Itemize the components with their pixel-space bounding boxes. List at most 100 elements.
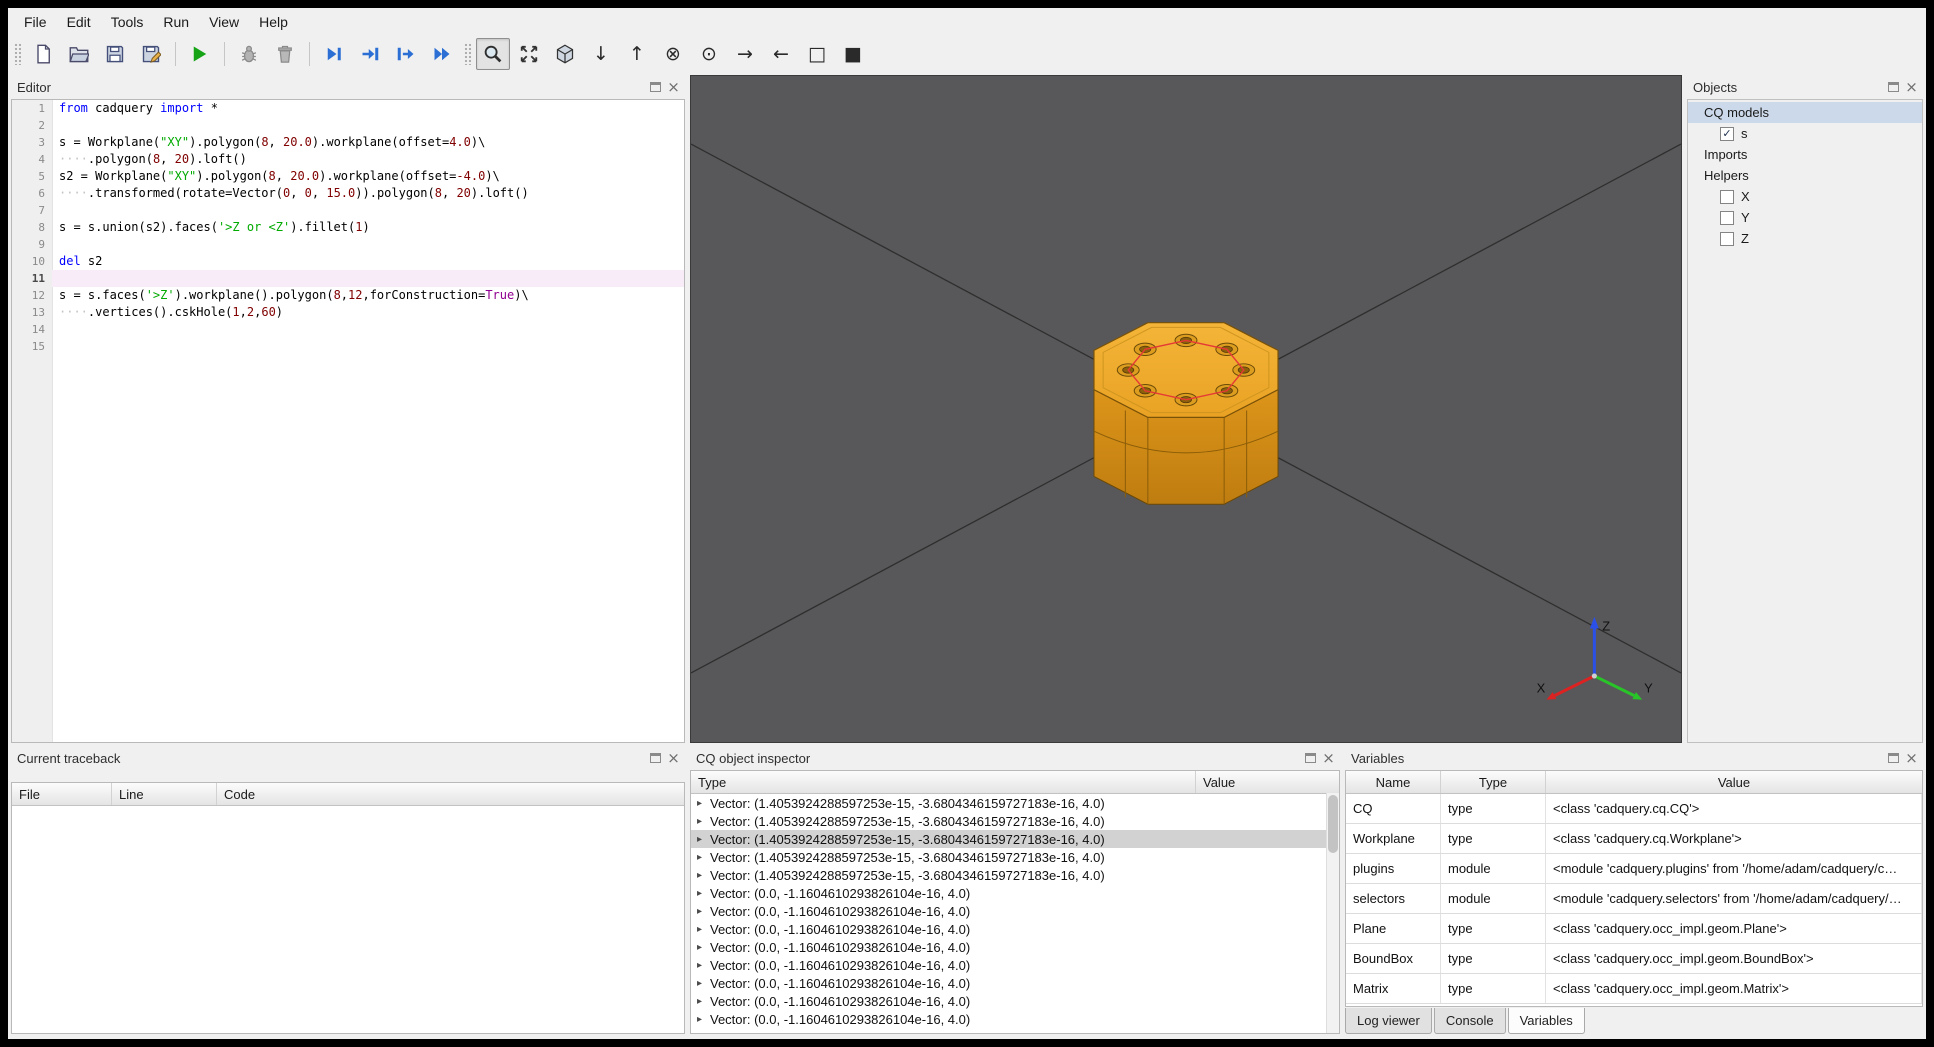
tree-group-cq-models[interactable]: CQ models	[1688, 102, 1922, 123]
tree-group-helpers[interactable]: Helpers	[1688, 165, 1922, 186]
variable-row[interactable]: BoundBox type <class 'cadquery.occ_impl.ge…	[1346, 944, 1922, 974]
variable-row[interactable]: CQ type <class 'cadquery.cq.CQ'>	[1346, 794, 1922, 824]
code-line[interactable]: 15	[12, 338, 684, 355]
tree-item-y[interactable]: Y	[1688, 207, 1922, 228]
code-line[interactable]: 1 from cadquery import *	[12, 100, 684, 117]
column-header-value[interactable]: Value	[1196, 771, 1339, 793]
inspector-row[interactable]: ▸ Vector: (1.4053924288597253e-15, -3.680…	[691, 812, 1339, 830]
code-editor[interactable]: 1 from cadquery import * 2 3 s = Workplane("…	[11, 99, 685, 743]
expand-icon[interactable]: ▸	[697, 978, 710, 989]
viewport-3d[interactable]: Z Y X	[690, 75, 1682, 743]
inspector-row[interactable]: ▸ Vector: (1.4053924288597253e-15, -3.680…	[691, 866, 1339, 884]
code-line[interactable]: 10 del s2	[12, 253, 684, 270]
scrollbar-thumb[interactable]	[1328, 795, 1338, 853]
front-view-button[interactable]: ⊙	[692, 38, 726, 70]
expand-icon[interactable]: ▸	[697, 888, 710, 899]
column-header-type[interactable]: Type	[691, 771, 1196, 793]
back-view-button[interactable]: ⊗	[656, 38, 690, 70]
column-header-code[interactable]: Code	[217, 783, 684, 805]
inspector-row[interactable]: ▸ Vector: (0.0, -1.1604610293826104e-16, …	[691, 884, 1339, 902]
menu-run[interactable]: Run	[153, 11, 199, 33]
debug-button[interactable]	[232, 38, 266, 70]
inspector-row[interactable]: ▸ Vector: (1.4053924288597253e-15, -3.680…	[691, 830, 1339, 848]
expand-icon[interactable]: ▸	[697, 906, 710, 917]
code-line[interactable]: 11	[12, 270, 684, 287]
checkbox-z[interactable]	[1720, 231, 1734, 246]
code-line[interactable]: 6 ····.transformed(rotate=Vector(0, 0, 15…	[12, 185, 684, 202]
right-view-button[interactable]: ←	[764, 38, 798, 70]
code-line[interactable]: 14	[12, 321, 684, 338]
step-return-button[interactable]	[389, 38, 423, 70]
step-in-button[interactable]	[353, 38, 387, 70]
float-icon[interactable]	[1888, 753, 1899, 763]
expand-icon[interactable]: ▸	[697, 960, 710, 971]
float-icon[interactable]	[650, 82, 661, 92]
tree-item-z[interactable]: Z	[1688, 228, 1922, 249]
close-icon[interactable]: ×	[666, 750, 681, 766]
left-view-button[interactable]: →	[728, 38, 762, 70]
checkbox-s[interactable]: ✓	[1720, 126, 1734, 141]
inspector-row[interactable]: ▸ Vector: (0.0, -1.1604610293826104e-16, …	[691, 956, 1339, 974]
tree-item-s[interactable]: ✓ s	[1688, 123, 1922, 144]
tree-item-x[interactable]: X	[1688, 186, 1922, 207]
iso-view-button[interactable]	[548, 38, 582, 70]
expand-icon[interactable]: ▸	[697, 942, 710, 953]
tab-variables[interactable]: Variables	[1507, 1008, 1585, 1034]
code-line[interactable]: 3 s = Workplane("XY").polygon(8, 20.0).wo…	[12, 134, 684, 151]
run-button[interactable]	[183, 38, 217, 70]
inspector-row[interactable]: ▸ Vector: (0.0, -1.1604610293826104e-16, …	[691, 1010, 1339, 1028]
float-icon[interactable]	[1888, 82, 1899, 92]
column-header-line[interactable]: Line	[112, 783, 217, 805]
inspector-row[interactable]: ▸ Vector: (0.0, -1.1604610293826104e-16, …	[691, 902, 1339, 920]
float-icon[interactable]	[1305, 753, 1316, 763]
delete-button[interactable]	[268, 38, 302, 70]
close-icon[interactable]: ×	[1904, 79, 1919, 95]
expand-icon[interactable]: ▸	[697, 1014, 710, 1025]
column-header-name[interactable]: Name	[1346, 771, 1441, 793]
cad-part[interactable]	[1093, 322, 1279, 505]
open-file-button[interactable]	[62, 38, 96, 70]
variable-row[interactable]: plugins module <module 'cadquery.plugins' …	[1346, 854, 1922, 884]
step-button[interactable]	[317, 38, 351, 70]
checkbox-x[interactable]	[1720, 189, 1734, 204]
code-line[interactable]: 9	[12, 236, 684, 253]
inspector-row[interactable]: ▸ Vector: (0.0, -1.1604610293826104e-16, …	[691, 938, 1339, 956]
menu-file[interactable]: File	[14, 11, 57, 33]
variable-row[interactable]: Workplane type <class 'cadquery.cq.Workpla…	[1346, 824, 1922, 854]
expand-icon[interactable]: ▸	[697, 834, 710, 845]
code-line[interactable]: 13 ····.vertices().cskHole(1,2,60)	[12, 304, 684, 321]
menu-edit[interactable]: Edit	[57, 11, 101, 33]
close-icon[interactable]: ×	[666, 79, 681, 95]
checkbox-y[interactable]	[1720, 210, 1734, 225]
inspector-row[interactable]: ▸ Vector: (1.4053924288597253e-15, -3.680…	[691, 794, 1339, 812]
zoom-fit-toggle[interactable]	[476, 38, 510, 70]
top-view-button[interactable]: ↓	[584, 38, 618, 70]
expand-icon[interactable]: ▸	[697, 924, 710, 935]
continue-button[interactable]	[425, 38, 459, 70]
variable-row[interactable]: Plane type <class 'cadquery.occ_impl.geom.…	[1346, 914, 1922, 944]
variable-row[interactable]: selectors module <module 'cadquery.selecto…	[1346, 884, 1922, 914]
column-header-file[interactable]: File	[12, 783, 112, 805]
expand-icon[interactable]: ▸	[697, 996, 710, 1007]
inspector-row[interactable]: ▸ Vector: (1.4053924288597253e-15, -3.680…	[691, 848, 1339, 866]
menu-help[interactable]: Help	[249, 11, 298, 33]
expand-icon[interactable]: ▸	[697, 816, 710, 827]
close-icon[interactable]: ×	[1904, 750, 1919, 766]
menu-view[interactable]: View	[199, 11, 249, 33]
inspector-row[interactable]: ▸ Vector: (0.0, -1.1604610293826104e-16, …	[691, 974, 1339, 992]
code-line[interactable]: 2	[12, 117, 684, 134]
tree-group-imports[interactable]: Imports	[1688, 144, 1922, 165]
expand-icon[interactable]: ▸	[697, 798, 710, 809]
code-line[interactable]: 4 ····.polygon(8, 20).loft()	[12, 151, 684, 168]
variable-row[interactable]: Matrix type <class 'cadquery.occ_impl.geom…	[1346, 974, 1922, 1004]
code-line[interactable]: 5 s2 = Workplane("XY").polygon(8, 20.0).w…	[12, 168, 684, 185]
save-button[interactable]	[98, 38, 132, 70]
code-line[interactable]: 8 s = s.union(s2).faces('>Z or <Z').fille…	[12, 219, 684, 236]
scrollbar[interactable]	[1326, 793, 1339, 1033]
code-line[interactable]: 12 s = s.faces('>Z').workplane().polygon(…	[12, 287, 684, 304]
wireframe-button[interactable]: □	[800, 38, 834, 70]
shaded-button[interactable]: ■	[836, 38, 870, 70]
column-header-value[interactable]: Value	[1546, 771, 1922, 793]
inspector-row[interactable]: ▸ Vector: (0.0, -1.1604610293826104e-16, …	[691, 992, 1339, 1010]
tab-log-viewer[interactable]: Log viewer	[1345, 1008, 1432, 1034]
